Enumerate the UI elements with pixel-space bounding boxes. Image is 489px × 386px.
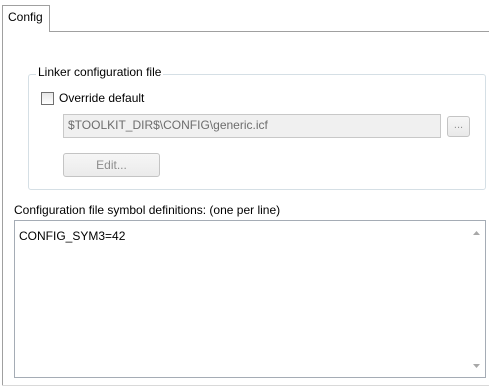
edit-button[interactable]: Edit... (63, 153, 160, 177)
linker-config-legend: Linker configuration file (36, 65, 164, 79)
symbol-definitions-textarea[interactable]: CONFIG_SYM3=42 (14, 220, 486, 378)
symbol-definitions-label: Configuration file symbol definitions: (… (14, 203, 281, 217)
config-file-path-input[interactable]: $TOOLKIT_DIR$\CONFIG\generic.icf (63, 114, 441, 138)
override-default-checkbox[interactable] (41, 91, 54, 105)
tab-strip-border (50, 31, 489, 32)
scroll-down-arrow-icon[interactable] (468, 357, 485, 374)
symbol-definitions-text: CONFIG_SYM3=42 (19, 229, 126, 243)
config-panel: Config Linker configuration file Overrid… (0, 0, 489, 386)
tab-config[interactable]: Config (2, 5, 50, 32)
page-border-left (2, 32, 3, 386)
override-default-option[interactable]: Override default (41, 91, 144, 105)
browse-button[interactable]: ... (447, 116, 470, 137)
vertical-scrollbar[interactable] (468, 221, 485, 377)
override-default-label[interactable]: Override default (59, 91, 144, 105)
tab-config-label: Config (8, 10, 43, 24)
scroll-up-arrow-icon[interactable] (468, 224, 485, 241)
